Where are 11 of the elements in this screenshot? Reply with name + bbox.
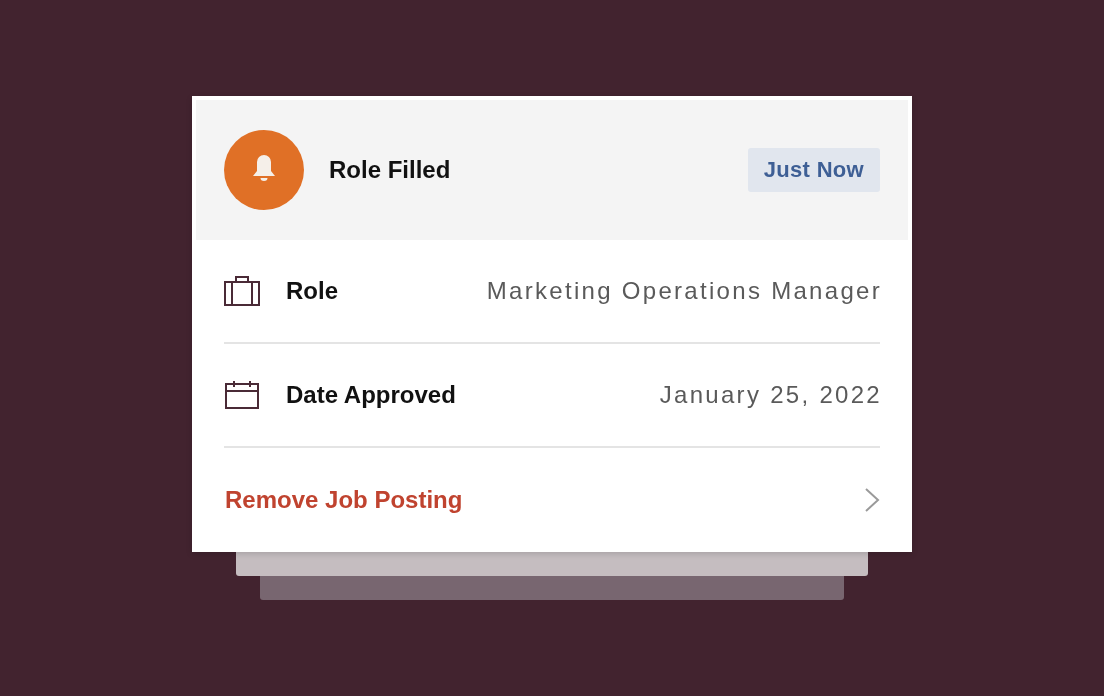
bell-icon (224, 130, 304, 210)
detail-value: January 25, 2022 (659, 381, 882, 409)
chevron-right-icon (864, 487, 880, 513)
detail-value: Marketing Operations Manager (486, 277, 882, 305)
detail-label: Date Approved (286, 381, 457, 409)
detail-label: Role (286, 277, 339, 305)
remove-job-posting-link[interactable]: Remove Job Posting (225, 486, 864, 514)
time-badge: Just Now (747, 148, 880, 192)
notification-title: Role Filled (329, 156, 452, 184)
briefcase-icon (224, 276, 260, 306)
calendar-icon (225, 381, 259, 409)
